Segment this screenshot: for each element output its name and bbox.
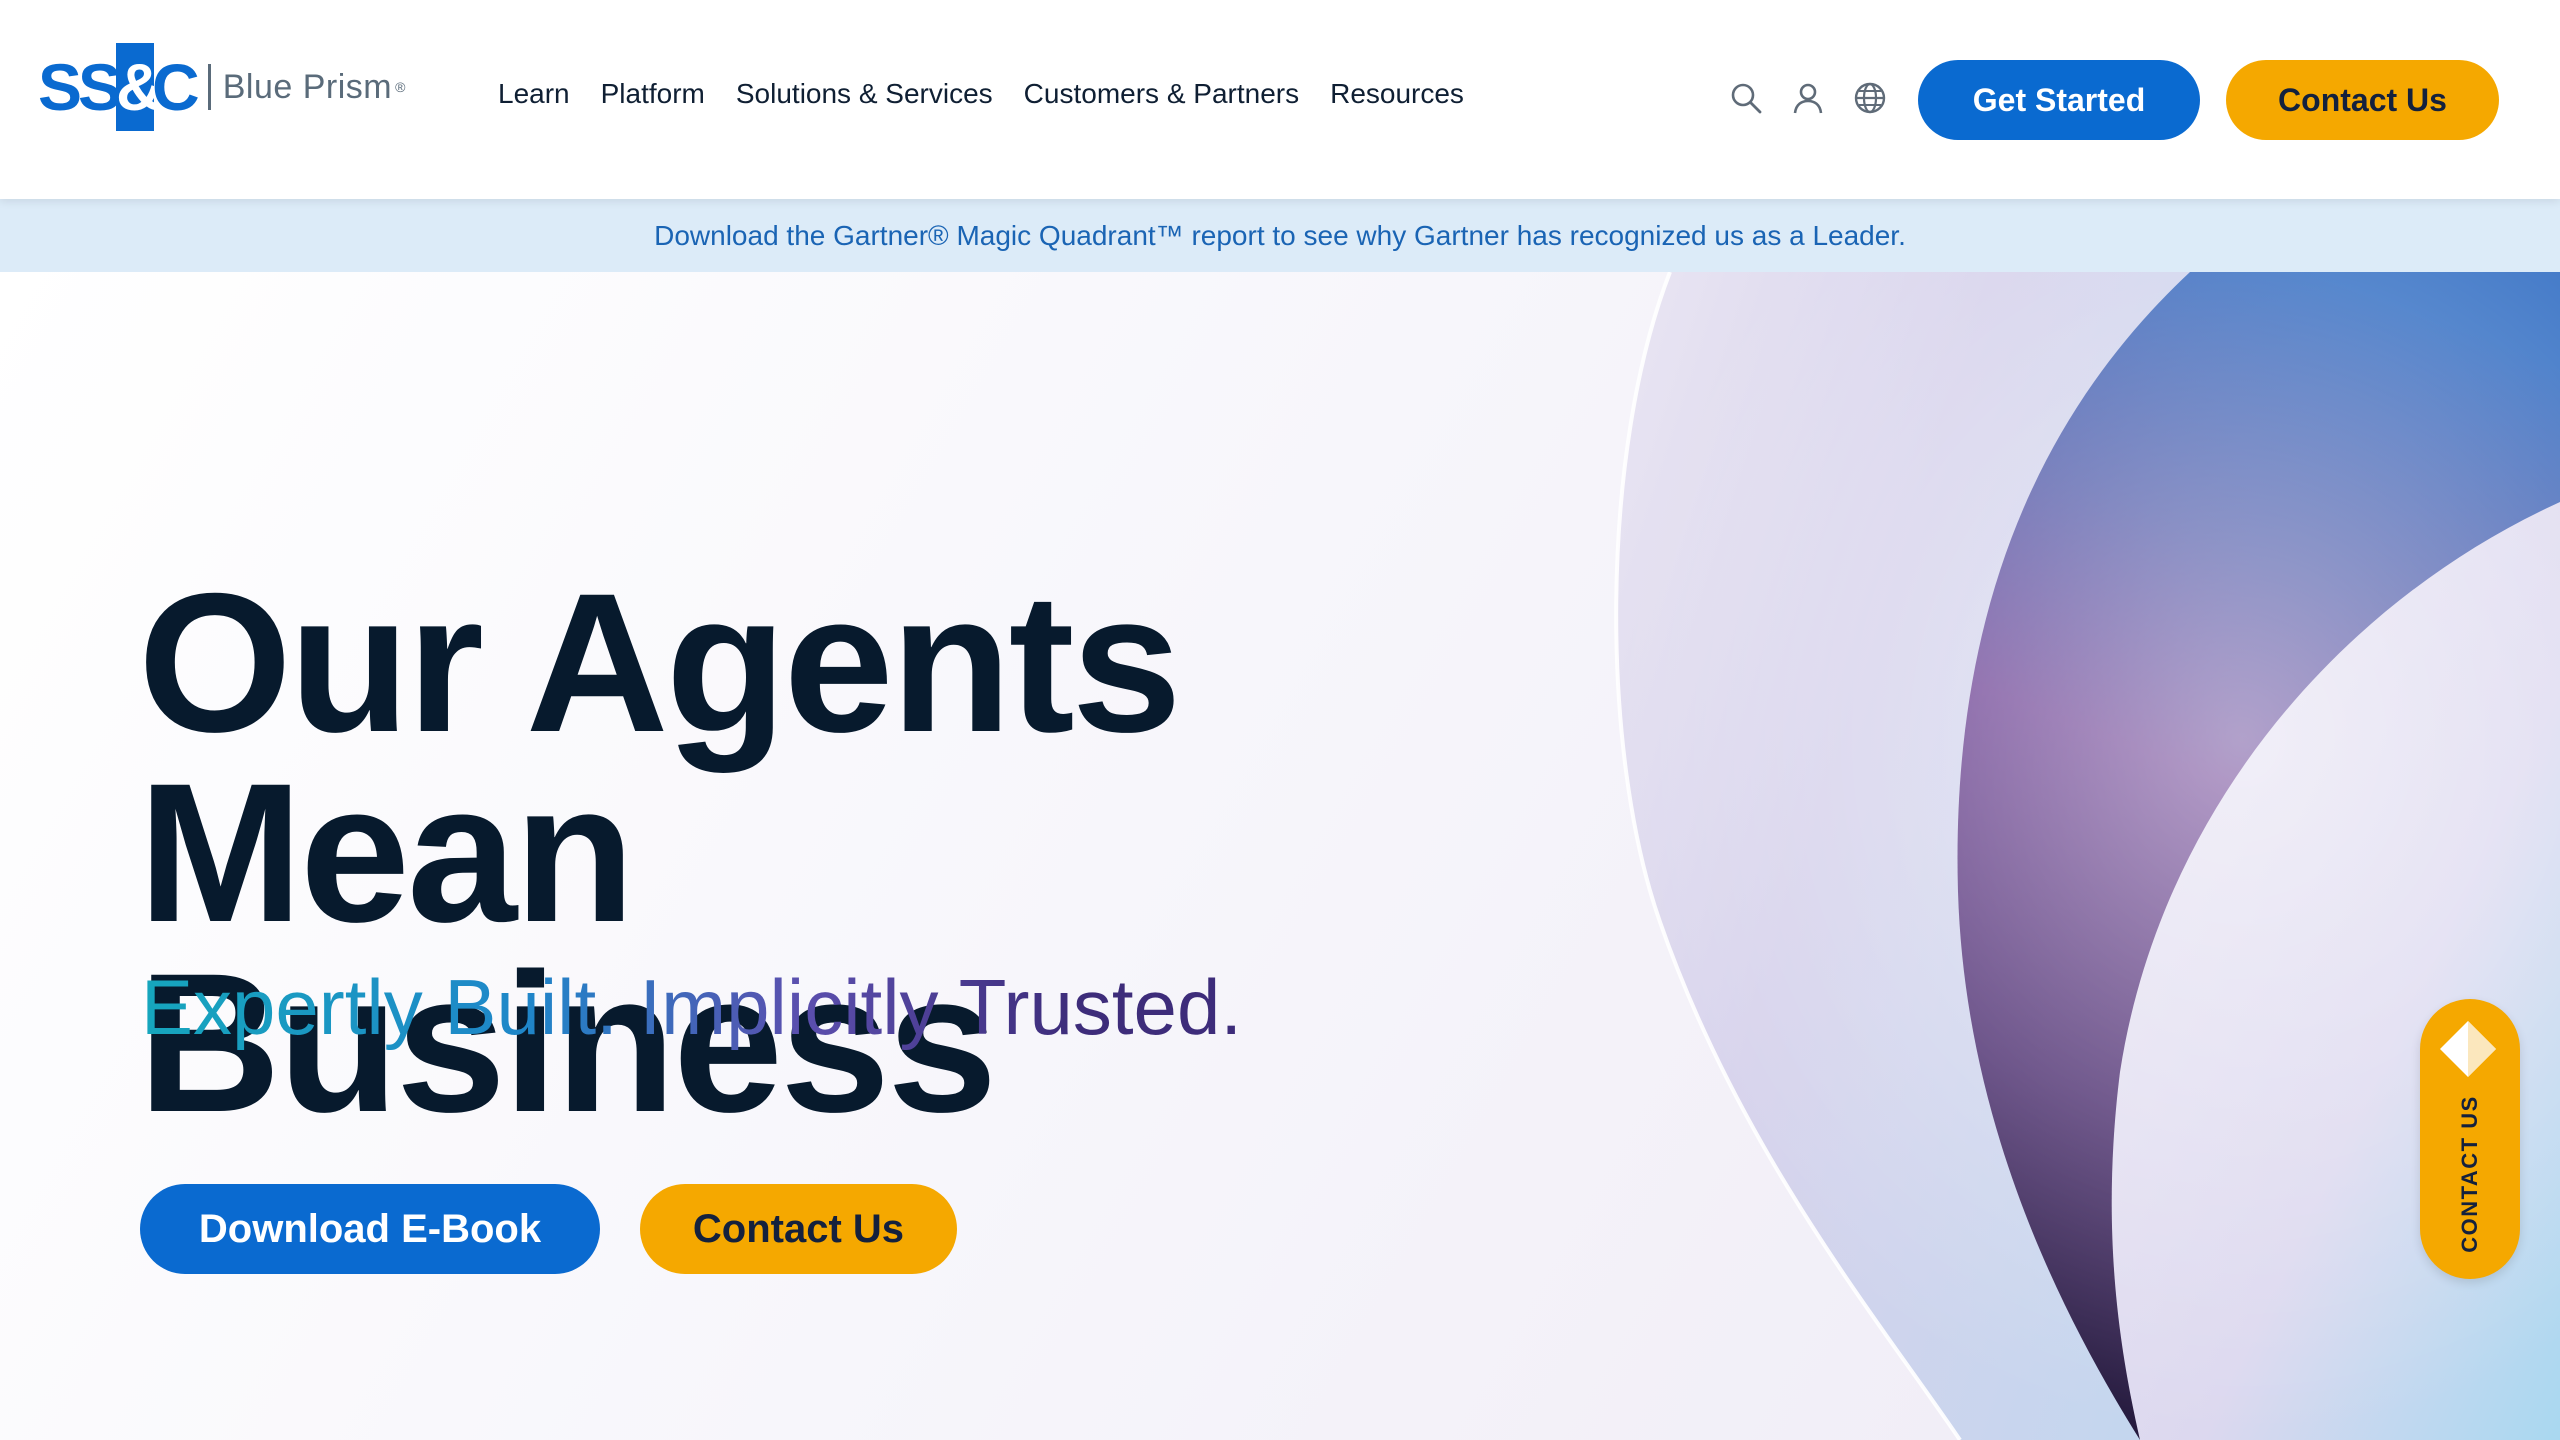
ssc-blue-prism-logo[interactable]: SS & C Blue Prism ® bbox=[38, 42, 405, 132]
site-header: SS & C Blue Prism ® Learn Platform Solution… bbox=[0, 0, 2560, 199]
download-ebook-button[interactable]: Download E-Book bbox=[140, 1184, 600, 1274]
logo-registered-mark: ® bbox=[395, 79, 406, 95]
hero-heading-line-1: Our Agents bbox=[138, 552, 1182, 773]
hero-section: Our Agents Mean Business Expertly Built.… bbox=[0, 272, 2560, 1440]
header-contact-us-button[interactable]: Contact Us bbox=[2226, 60, 2499, 140]
chat-diamond-icon bbox=[2440, 1021, 2496, 1077]
user-icon[interactable] bbox=[1790, 80, 1826, 116]
nav-item-customers-partners[interactable]: Customers & Partners bbox=[1024, 78, 1299, 110]
floating-contact-tab[interactable]: CONTACT US bbox=[2420, 999, 2520, 1279]
search-icon[interactable] bbox=[1728, 80, 1764, 116]
announcement-banner: Download the Gartner® Magic Quadrant™ re… bbox=[0, 199, 2560, 272]
main-nav: Learn Platform Solutions & Services Cust… bbox=[498, 78, 1495, 110]
hero-heading-line-2: Mean Business bbox=[138, 742, 997, 1142]
hero-contact-us-button[interactable]: Contact Us bbox=[640, 1184, 957, 1274]
floating-contact-label: CONTACT US bbox=[2457, 1095, 2482, 1253]
page: SS & C Blue Prism ® Learn Platform Solution… bbox=[0, 0, 2560, 1440]
header-icon-group bbox=[1728, 80, 1888, 116]
logo-mark: SS & C bbox=[38, 42, 200, 132]
logo-divider bbox=[207, 64, 211, 110]
nav-item-solutions-services[interactable]: Solutions & Services bbox=[736, 78, 993, 110]
get-started-button[interactable]: Get Started bbox=[1918, 60, 2200, 140]
gartner-report-link[interactable]: Download the Gartner® Magic Quadrant™ re… bbox=[654, 220, 1906, 252]
hero-subtitle: Expertly Built. Implicitly Trusted. bbox=[141, 963, 1242, 1051]
logo-brand-text: Blue Prism bbox=[222, 67, 393, 106]
nav-item-resources[interactable]: Resources bbox=[1330, 78, 1464, 110]
globe-icon[interactable] bbox=[1852, 80, 1888, 116]
nav-item-platform[interactable]: Platform bbox=[601, 78, 705, 110]
nav-item-learn[interactable]: Learn bbox=[498, 78, 570, 110]
